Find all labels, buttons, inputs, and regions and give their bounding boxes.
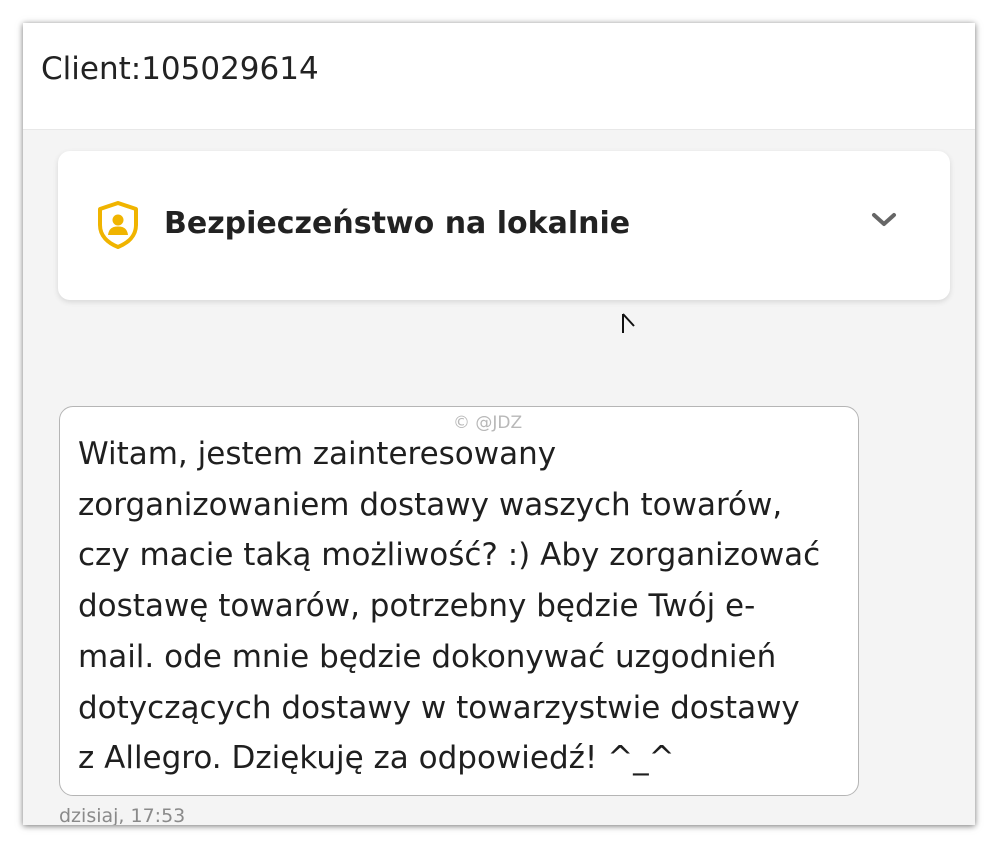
message-timestamp: dzisiaj, 17:53	[59, 805, 186, 825]
safety-info-accordion[interactable]: Bezpieczeństwo na lokalnie	[58, 151, 950, 300]
message-bubble: Witam, jestem zainteresowany zorganizowa…	[59, 406, 859, 796]
watermark: © @JDZ	[453, 413, 523, 433]
chat-header: Client:105029614	[23, 23, 975, 130]
safety-banner-title: Bezpieczeństwo na lokalnie	[164, 206, 631, 241]
mouse-cursor-icon	[622, 313, 635, 333]
chat-window: Client:105029614 Bezpieczeństwo na lokal…	[23, 23, 975, 825]
chevron-down-icon[interactable]	[870, 211, 898, 229]
shield-user-icon	[98, 201, 138, 249]
client-title: Client:105029614	[41, 51, 319, 87]
message-text: Witam, jestem zainteresowany zorganizowa…	[78, 436, 821, 777]
